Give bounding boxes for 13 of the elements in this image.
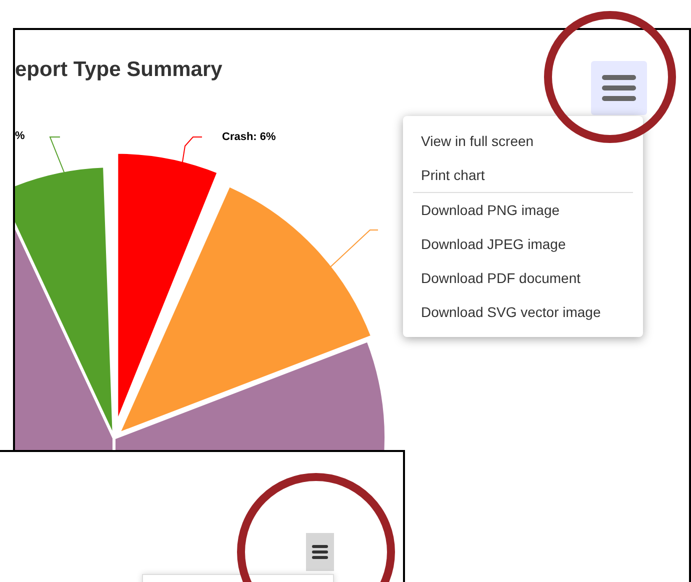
- menu-item[interactable]: Download JPEG image: [403, 227, 643, 261]
- menu-button[interactable]: [591, 61, 647, 115]
- data-label: %: [15, 130, 25, 142]
- menu-icon: [602, 75, 636, 101]
- data-label: Crash: 6%: [222, 131, 276, 143]
- menu-item[interactable]: Download PDF document: [403, 261, 643, 295]
- menu-button[interactable]: [306, 533, 334, 571]
- menu-icon: [312, 545, 328, 559]
- menu-item[interactable]: Download SVG vector image: [403, 295, 643, 329]
- menu-item[interactable]: Print chart: [403, 158, 643, 192]
- chart-title: eport Type Summary: [15, 58, 222, 82]
- menu-item[interactable]: Download PNG image: [403, 193, 643, 227]
- menu-item[interactable]: View in full screen: [403, 124, 643, 158]
